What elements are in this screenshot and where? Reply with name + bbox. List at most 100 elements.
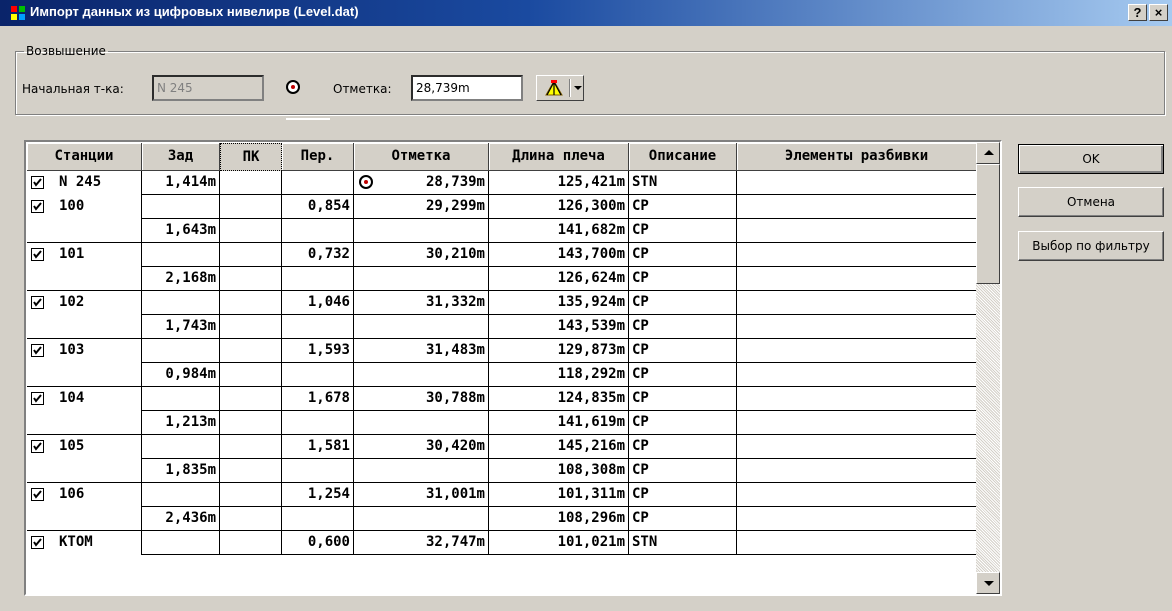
row-checkbox[interactable] — [31, 296, 44, 309]
fore-cell[interactable] — [282, 507, 354, 531]
pk-cell[interactable] — [220, 363, 282, 387]
station-cell[interactable]: 105 — [27, 435, 142, 459]
back-cell[interactable] — [142, 387, 220, 411]
station-cell[interactable]: N 245 — [27, 171, 142, 195]
cancel-button[interactable]: Отмена — [1018, 187, 1164, 217]
fore-cell[interactable]: 1,593 — [282, 339, 354, 363]
layout-elements-cell[interactable] — [737, 339, 977, 363]
fore-cell[interactable] — [282, 459, 354, 483]
station-cell[interactable] — [27, 363, 142, 387]
fore-cell[interactable] — [282, 315, 354, 339]
vertical-scrollbar[interactable] — [976, 142, 1000, 594]
pk-cell[interactable] — [220, 483, 282, 507]
layout-elements-cell[interactable] — [737, 387, 977, 411]
fore-cell[interactable]: 1,046 — [282, 291, 354, 315]
pk-cell[interactable] — [220, 291, 282, 315]
station-cell[interactable]: 100 — [27, 195, 142, 219]
station-cell[interactable]: 104 — [27, 387, 142, 411]
mark-cell[interactable]: 29,299m — [354, 195, 489, 219]
pk-cell[interactable] — [220, 267, 282, 291]
scroll-thumb[interactable] — [976, 164, 1000, 284]
mark-cell[interactable] — [354, 363, 489, 387]
layout-elements-cell[interactable] — [737, 507, 977, 531]
back-cell[interactable] — [142, 339, 220, 363]
mark-cell[interactable]: 32,747m — [354, 531, 489, 555]
table-row[interactable]: KTOM 0,600 32,747m 101,021m STN — [27, 531, 977, 555]
description-cell[interactable]: CP — [629, 195, 737, 219]
scroll-up-button[interactable] — [976, 142, 1000, 164]
length-cell[interactable]: 108,308m — [489, 459, 629, 483]
table-row[interactable]: 0,984m 118,292m CP — [27, 363, 977, 387]
length-cell[interactable]: 141,682m — [489, 219, 629, 243]
length-cell[interactable]: 101,311m — [489, 483, 629, 507]
pk-cell[interactable] — [220, 435, 282, 459]
length-cell[interactable]: 108,296m — [489, 507, 629, 531]
mark-cell[interactable]: 30,788m — [354, 387, 489, 411]
description-cell[interactable]: CP — [629, 507, 737, 531]
table-row[interactable]: 1,743m 143,539m CP — [27, 315, 977, 339]
ok-button[interactable]: OK — [1018, 144, 1164, 174]
back-cell[interactable]: 1,835m — [142, 459, 220, 483]
station-cell[interactable] — [27, 219, 142, 243]
description-cell[interactable]: CP — [629, 219, 737, 243]
table-row[interactable]: 1,213m 141,619m CP — [27, 411, 977, 435]
layout-elements-cell[interactable] — [737, 171, 977, 195]
mark-cell[interactable]: 31,332m — [354, 291, 489, 315]
fore-cell[interactable]: 1,254 — [282, 483, 354, 507]
back-cell[interactable] — [142, 483, 220, 507]
station-cell[interactable]: KTOM — [27, 531, 142, 555]
back-cell[interactable] — [142, 243, 220, 267]
layout-elements-cell[interactable] — [737, 291, 977, 315]
station-cell[interactable] — [27, 507, 142, 531]
col-header-layout-elements[interactable]: Элементы разбивки — [737, 143, 977, 171]
layout-elements-cell[interactable] — [737, 411, 977, 435]
fore-cell[interactable]: 1,678 — [282, 387, 354, 411]
description-cell[interactable]: CP — [629, 315, 737, 339]
pk-cell[interactable] — [220, 315, 282, 339]
back-cell[interactable]: 1,743m — [142, 315, 220, 339]
back-cell[interactable]: 1,643m — [142, 219, 220, 243]
col-header-stations[interactable]: Станции — [27, 143, 142, 171]
row-checkbox[interactable] — [31, 392, 44, 405]
row-checkbox[interactable] — [31, 200, 44, 213]
length-cell[interactable]: 145,216m — [489, 435, 629, 459]
table-row[interactable]: 2,436m 108,296m CP — [27, 507, 977, 531]
table-row[interactable]: 103 1,593 31,483m 129,873m CP — [27, 339, 977, 363]
close-button[interactable]: × — [1149, 4, 1168, 21]
description-cell[interactable]: CP — [629, 411, 737, 435]
table-row[interactable]: 106 1,254 31,001m 101,311m CP — [27, 483, 977, 507]
fore-cell[interactable] — [282, 411, 354, 435]
description-cell[interactable]: CP — [629, 339, 737, 363]
benchmark-icon[interactable] — [286, 80, 300, 94]
station-cell[interactable] — [27, 411, 142, 435]
layout-elements-cell[interactable] — [737, 267, 977, 291]
layout-elements-cell[interactable] — [737, 195, 977, 219]
description-cell[interactable]: STN — [629, 531, 737, 555]
description-cell[interactable]: CP — [629, 459, 737, 483]
station-cell[interactable]: 102 — [27, 291, 142, 315]
station-cell[interactable] — [27, 267, 142, 291]
start-point-field[interactable]: N 245 — [152, 75, 264, 101]
table-row[interactable]: 100 0,854 29,299m 126,300m CP — [27, 195, 977, 219]
mark-cell[interactable] — [354, 411, 489, 435]
back-cell[interactable]: 2,168m — [142, 267, 220, 291]
table-row[interactable]: 1,643m 141,682m CP — [27, 219, 977, 243]
fore-cell[interactable]: 1,581 — [282, 435, 354, 459]
help-button[interactable]: ? — [1128, 4, 1147, 21]
mark-cell[interactable]: 30,420m — [354, 435, 489, 459]
station-cell[interactable] — [27, 459, 142, 483]
layout-elements-cell[interactable] — [737, 315, 977, 339]
table-row[interactable]: 102 1,046 31,332m 135,924m CP — [27, 291, 977, 315]
back-cell[interactable] — [142, 195, 220, 219]
description-cell[interactable]: CP — [629, 363, 737, 387]
length-cell[interactable]: 143,539m — [489, 315, 629, 339]
back-cell[interactable]: 1,414m — [142, 171, 220, 195]
layout-elements-cell[interactable] — [737, 363, 977, 387]
col-header-pk[interactable]: ПК — [220, 143, 282, 171]
row-checkbox[interactable] — [31, 488, 44, 501]
description-cell[interactable]: CP — [629, 387, 737, 411]
mark-cell[interactable] — [354, 219, 489, 243]
back-cell[interactable]: 2,436m — [142, 507, 220, 531]
mark-field[interactable]: 28,739m — [411, 75, 523, 101]
description-cell[interactable]: STN — [629, 171, 737, 195]
